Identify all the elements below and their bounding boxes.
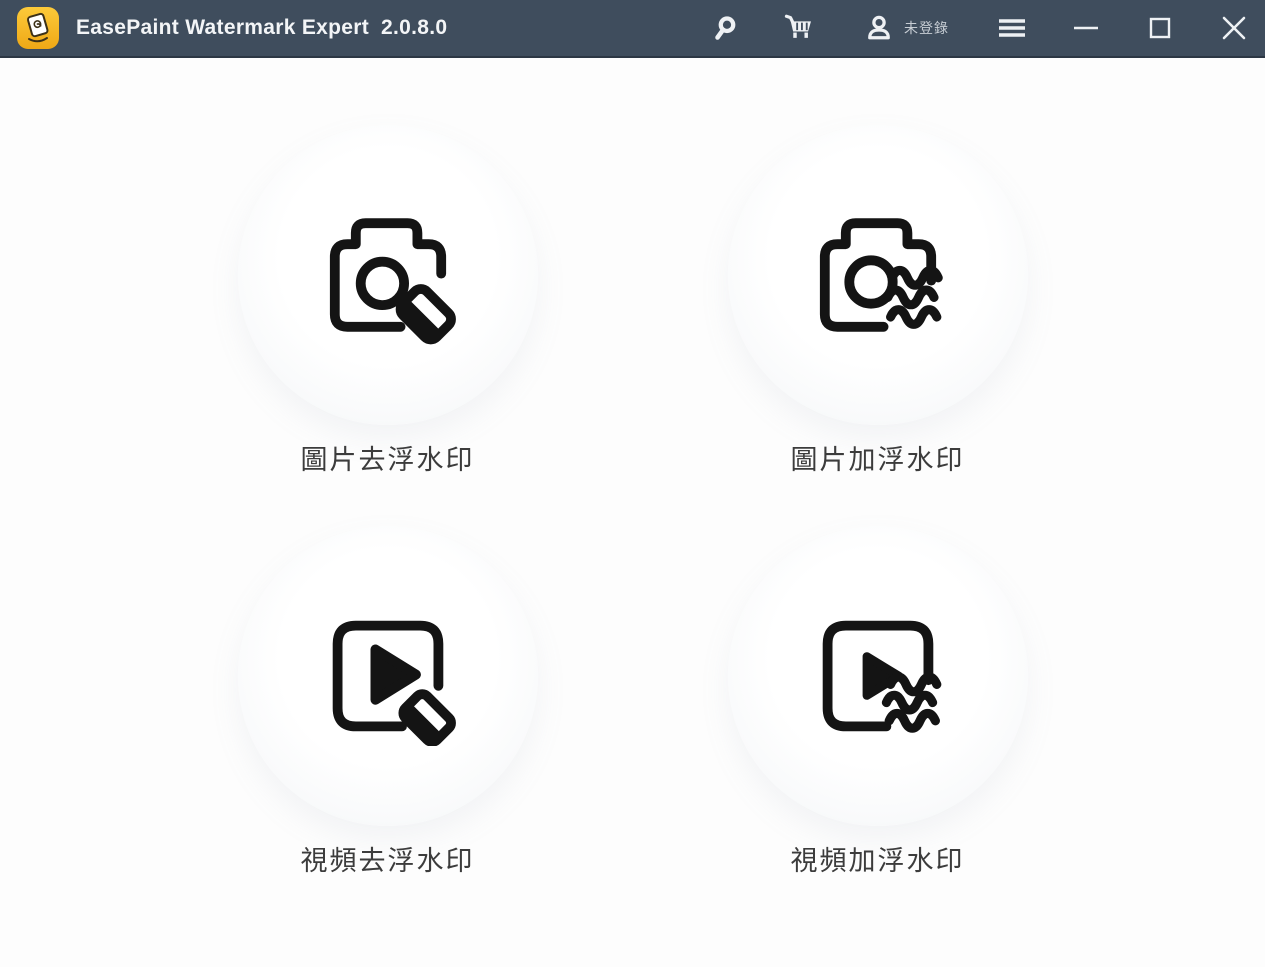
close-icon[interactable]: [1217, 8, 1251, 48]
menu-icon[interactable]: [995, 8, 1029, 48]
app-title-text: EasePaint Watermark Expert: [76, 16, 369, 39]
user-icon[interactable]: [862, 8, 896, 48]
tool-grid: 圖片去浮水印 圖片加浮水印: [0, 58, 1265, 879]
tile-video-add-watermark: 視頻加浮水印: [728, 526, 1028, 879]
app-logo-icon: [16, 6, 60, 50]
app-window: EasePaint Watermark Expert 2.0.8.0: [0, 0, 1265, 967]
image-add-watermark-button[interactable]: [728, 125, 1028, 425]
titlebar-actions: 未登錄: [708, 8, 1251, 48]
tile-label: 圖片加浮水印: [791, 442, 965, 478]
video-waves-icon: [803, 606, 953, 746]
video-remove-watermark-button[interactable]: [238, 526, 538, 826]
main-content: 圖片去浮水印 圖片加浮水印: [0, 58, 1265, 967]
app-version: 2.0.8.0: [381, 16, 447, 39]
cart-icon[interactable]: [782, 8, 816, 48]
camera-eraser-icon: [313, 205, 463, 345]
image-remove-watermark-button[interactable]: [238, 125, 538, 425]
tile-video-remove-watermark: 視頻去浮水印: [238, 526, 538, 879]
app-title: EasePaint Watermark Expert 2.0.8.0: [76, 16, 447, 40]
tile-image-remove-watermark: 圖片去浮水印: [238, 125, 538, 478]
search-icon[interactable]: [708, 8, 742, 48]
tile-label: 視頻加浮水印: [791, 843, 965, 879]
tile-label: 視頻去浮水印: [301, 843, 475, 879]
camera-waves-icon: [803, 205, 953, 345]
tile-image-add-watermark: 圖片加浮水印: [728, 125, 1028, 478]
video-eraser-icon: [313, 606, 463, 746]
minimize-icon[interactable]: [1069, 8, 1103, 48]
video-add-watermark-button[interactable]: [728, 526, 1028, 826]
title-bar: EasePaint Watermark Expert 2.0.8.0: [0, 0, 1265, 58]
login-status[interactable]: 未登錄: [904, 18, 949, 38]
tile-label: 圖片去浮水印: [301, 442, 475, 478]
maximize-icon[interactable]: [1143, 8, 1177, 48]
